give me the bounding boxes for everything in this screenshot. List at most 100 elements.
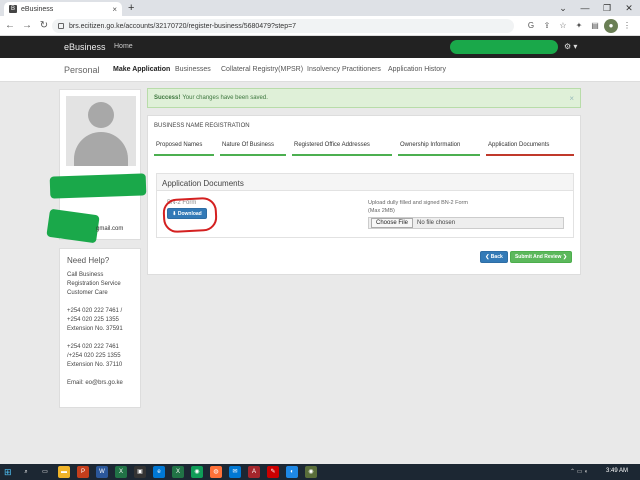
bookmark-star-icon[interactable]: ☆ [556, 19, 570, 33]
firefox-icon[interactable]: ◍ [210, 466, 222, 478]
choose-file-button[interactable]: Choose File [371, 218, 414, 228]
no-file-text: No file chosen [417, 220, 456, 226]
tab-title: eBusiness [21, 5, 54, 13]
file-upload-input[interactable]: Choose File No file chosen [368, 217, 564, 229]
step-proposed-names[interactable]: Proposed Names [154, 142, 214, 156]
excel-icon[interactable]: X [115, 466, 127, 478]
search-icon[interactable]: ⌕ [20, 466, 32, 478]
help-phone: /+254 020 225 1355 [67, 353, 121, 359]
step-ownership-information[interactable]: Ownership Information [398, 142, 480, 156]
browser-tab-bar: B eBusiness × + ⌄ — ❐ ✕ [0, 0, 640, 16]
browser-tab[interactable]: B eBusiness × [4, 2, 122, 16]
nav-make-application[interactable]: Make Application [113, 66, 170, 73]
chrome-active-icon[interactable]: ◉ [305, 466, 317, 478]
step-application-documents[interactable]: Application Documents [486, 142, 574, 156]
extensions-icon[interactable]: ✦ [572, 19, 586, 33]
application-documents-box: Application Documents BN-2 Form ⬇ Downlo… [156, 173, 574, 238]
home-link[interactable]: Home [114, 43, 133, 50]
google-icon[interactable]: G [524, 19, 538, 33]
panel-heading: BUSINESS NAME REGISTRATION [154, 123, 250, 129]
help-email: Email: eo@brs.go.ke [67, 380, 123, 386]
alert-message: Your changes have been saved. [182, 95, 268, 101]
sub-navigation: Personal Make Application Businesses Col… [0, 58, 640, 82]
pdf-reader-icon[interactable]: ✎ [267, 466, 279, 478]
access-icon[interactable]: A [248, 466, 260, 478]
lock-icon [58, 23, 64, 29]
excel-icon[interactable]: X [172, 466, 184, 478]
task-view-icon[interactable]: ▭ [39, 466, 51, 478]
help-text: Registration Service [67, 281, 121, 287]
help-phone: +254 020 225 1355 [67, 317, 119, 323]
taskbar-icons: ⌕ ▭ ▬ P W X ▣ e X ◉ ◍ ✉ A ✎ ◐ ◉ [20, 466, 317, 478]
docs-title: Application Documents [157, 174, 573, 191]
help-extension: Extension No. 37591 [67, 326, 123, 332]
mail-icon[interactable]: ✉ [229, 466, 241, 478]
redacted-name [49, 173, 147, 199]
nav-application-history[interactable]: Application History [388, 66, 446, 73]
toolbar-icons: G ⇪ ☆ ✦ ▤ ● ⋮ [524, 19, 634, 33]
forward-arrow-icon[interactable]: → [20, 20, 34, 31]
email-suffix: gmail.com [96, 226, 124, 232]
help-extension: Extension No. 37110 [67, 362, 123, 368]
system-tray-icons[interactable]: ⌃ ▭ ◖ [570, 468, 588, 475]
file-explorer-icon[interactable]: ▬ [58, 466, 70, 478]
step-nature-of-business[interactable]: Nature Of Business [220, 142, 286, 156]
alert-strong: Success! [154, 95, 181, 101]
window-controls: ⌄ — ❐ ✕ [552, 0, 640, 16]
upload-instruction: Upload dully filled and signed BN-2 Form [368, 200, 468, 206]
settings-gear-icon[interactable]: ⚙ ▾ [564, 42, 577, 51]
nav-collateral-registry[interactable]: Collateral Registry(MPSR) [221, 66, 303, 73]
close-tab-icon[interactable]: × [112, 5, 117, 14]
site-header: eBusiness Home ⚙ ▾ [0, 36, 640, 58]
personal-label: Personal [64, 65, 100, 75]
avatar-head [88, 102, 114, 128]
help-phone: +254 020 222 7461 / [67, 308, 123, 314]
windows-taskbar: ⊞ ⌕ ▭ ▬ P W X ▣ e X ◉ ◍ ✉ A ✎ ◐ ◉ ⌃ ▭ ◖ … [0, 464, 640, 480]
word-icon[interactable]: W [96, 466, 108, 478]
app-icon[interactable]: ◐ [286, 466, 298, 478]
redacted-email [46, 208, 100, 244]
brand-logo[interactable]: eBusiness [64, 42, 106, 52]
avatar [66, 96, 136, 166]
app-icon[interactable]: ▣ [134, 466, 146, 478]
share-icon[interactable]: ⇪ [540, 19, 554, 33]
nav-insolvency-practitioners[interactable]: Insolvency Practitioners [307, 66, 381, 73]
help-text: Call Business [67, 272, 104, 278]
edge-icon[interactable]: e [153, 466, 165, 478]
help-title: Need Help? [67, 256, 110, 265]
maximize-button[interactable]: ❐ [596, 0, 618, 16]
help-phone: +254 020 222 7461 [67, 344, 119, 350]
powerpoint-icon[interactable]: P [77, 466, 89, 478]
registration-panel: BUSINESS NAME REGISTRATION Proposed Name… [147, 115, 581, 275]
url-text: brs.ecitizen.go.ke/accounts/32170720/reg… [69, 22, 297, 30]
minimize-button[interactable]: — [574, 0, 596, 16]
avatar-body [74, 132, 128, 166]
tab-search-icon[interactable]: ⌄ [552, 0, 574, 16]
new-tab-button[interactable]: + [128, 2, 134, 14]
close-window-button[interactable]: ✕ [618, 0, 640, 16]
back-arrow-icon[interactable]: ← [3, 20, 17, 31]
redacted-username [450, 40, 558, 54]
wizard-steps: Proposed Names Nature Of Business Regist… [148, 142, 582, 158]
help-text: Customer Care [67, 290, 108, 296]
windows-start-icon[interactable]: ⊞ [4, 467, 12, 478]
kebab-menu-icon[interactable]: ⋮ [620, 19, 634, 33]
reload-icon[interactable]: ↻ [37, 20, 51, 31]
clock-time[interactable]: 3:49 AM [606, 468, 628, 474]
close-alert-icon[interactable]: × [569, 94, 574, 103]
address-bar[interactable]: brs.ecitizen.go.ke/accounts/32170720/reg… [52, 19, 514, 33]
profile-avatar-icon[interactable]: ● [604, 19, 618, 33]
browser-toolbar: ← → ↻ brs.ecitizen.go.ke/accounts/321707… [0, 16, 640, 36]
upload-label: Upload dully filled and signed BN-2 Form… [368, 199, 468, 215]
nav-businesses[interactable]: Businesses [175, 66, 211, 73]
step-registered-office[interactable]: Registered Office Addresses [292, 142, 392, 156]
help-card: Need Help? Call Business Registration Se… [59, 248, 141, 408]
back-button[interactable]: ❮ Back [480, 251, 508, 263]
submit-and-review-button[interactable]: Submit And Review ❯ [510, 251, 572, 263]
success-alert: Success! Your changes have been saved. × [147, 88, 581, 108]
site-favicon-icon: B [9, 5, 17, 13]
chrome-icon[interactable]: ◉ [191, 466, 203, 478]
upload-max-size: (Max 2MB) [368, 208, 395, 214]
red-annotation-circle [162, 196, 218, 234]
reading-list-icon[interactable]: ▤ [588, 19, 602, 33]
